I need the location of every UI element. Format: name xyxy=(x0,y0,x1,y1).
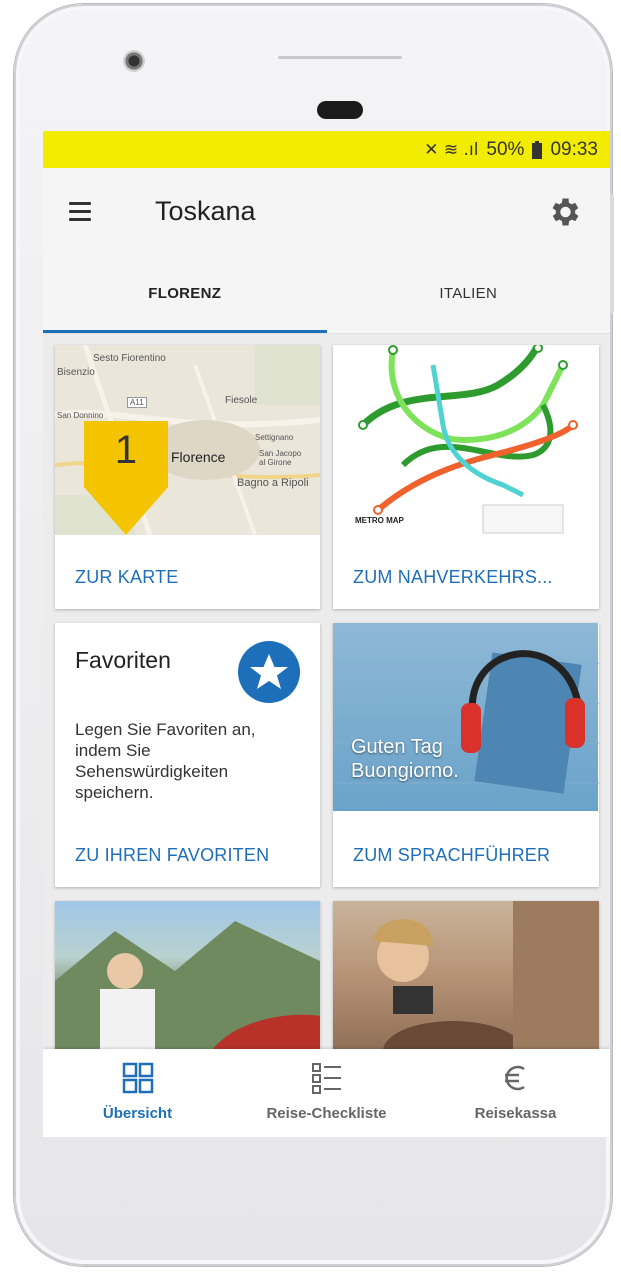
map-road-label: A11 xyxy=(127,397,147,408)
checklist-icon xyxy=(311,1063,341,1094)
metro-map-title: METRO MAP xyxy=(355,516,405,525)
battery-percent: 50% xyxy=(486,138,525,160)
map-label: San Jacopo al Girone xyxy=(259,449,302,467)
euro-icon xyxy=(504,1065,525,1091)
status-bar: ✕ ≋ .ıl 50% 09:33 xyxy=(43,131,610,168)
metro-card[interactable]: METRO MAP ZUM NAHVERKEHRS... xyxy=(333,345,599,609)
map-label: Fiesole xyxy=(225,395,258,406)
metro-map-thumbnail: METRO MAP xyxy=(333,345,598,535)
map-label: San Donnino xyxy=(57,411,104,420)
transit-link[interactable]: ZUM NAHVERKEHRS... xyxy=(353,567,553,588)
photo-card-mountains[interactable] xyxy=(55,901,320,1061)
favorites-card[interactable]: Favoriten Legen Sie Favoriten an, indem … xyxy=(55,623,320,887)
metro-map-illustration: METRO MAP xyxy=(355,345,578,534)
map-label: Bagno a Ripoli xyxy=(237,477,309,489)
page-title: Toskana xyxy=(155,196,256,226)
map-card[interactable]: Sesto Fiorentino Bisenzio San Donnino Fi… xyxy=(55,345,320,609)
greeting-line-2: Buongiorno. xyxy=(351,760,459,782)
speaker-grille xyxy=(278,56,402,59)
earpiece xyxy=(317,101,363,119)
screen: ✕ ≋ .ıl 50% 09:33 Toskana FLORENZ ITALIE… xyxy=(43,131,610,1137)
nav-reise-checkliste[interactable]: Reise-Checkliste xyxy=(232,1049,421,1137)
nav-label: Übersicht xyxy=(102,1105,173,1122)
language-guide-card[interactable]: Guten Tag Buongiorno. ZUM SPRACHFÜHRER xyxy=(333,623,599,887)
greeting-overlay: Guten Tag Buongiorno. xyxy=(351,735,459,783)
marker-badge: 1 xyxy=(84,421,168,487)
star-icon xyxy=(238,641,300,703)
tab-bar: FLORENZ ITALIEN xyxy=(43,259,610,334)
nav-label: Reisekassa xyxy=(474,1105,557,1122)
signal-icons: ✕ ≋ .ıl xyxy=(424,139,479,160)
tab-italien[interactable]: ITALIEN xyxy=(327,259,611,333)
map-thumbnail: Sesto Fiorentino Bisenzio San Donnino Fi… xyxy=(55,345,320,536)
grid-icon xyxy=(122,1062,153,1094)
tab-indicator xyxy=(43,330,327,333)
nav-label: Reise-Checkliste xyxy=(266,1105,387,1122)
photo-card-family[interactable] xyxy=(333,901,599,1061)
map-label: Sesto Fiorentino xyxy=(93,353,166,364)
favorites-title: Favoriten xyxy=(75,647,171,673)
tab-florenz[interactable]: FLORENZ xyxy=(43,259,327,333)
bottom-navigation: Übersicht Reise-Checkliste Reisekassa xyxy=(43,1049,610,1137)
clock: 09:33 xyxy=(550,138,598,160)
hamburger-menu-icon[interactable] xyxy=(69,202,91,221)
front-camera xyxy=(123,50,145,72)
gear-icon[interactable] xyxy=(546,194,582,230)
family-photo xyxy=(373,901,599,1061)
marker-arrow xyxy=(84,487,168,535)
map-city-label: Florence xyxy=(171,449,226,465)
battery-icon xyxy=(532,140,543,159)
favorites-description: Legen Sie Favoriten an, indem Sie Sehens… xyxy=(75,720,256,802)
nav-reisekassa[interactable]: Reisekassa xyxy=(421,1049,610,1137)
nav-uebersicht[interactable]: Übersicht xyxy=(43,1049,232,1137)
app-bar: Toskana xyxy=(43,168,610,259)
favorites-link[interactable]: ZU IHREN FAVORITEN xyxy=(75,845,269,866)
language-guide-link[interactable]: ZUM SPRACHFÜHRER xyxy=(353,845,550,866)
map-label: Bisenzio xyxy=(57,367,95,378)
map-link[interactable]: ZUR KARTE xyxy=(75,567,178,588)
greeting-line-1: Guten Tag xyxy=(351,736,443,758)
map-label: Settignano xyxy=(255,433,294,442)
mountain-photo xyxy=(55,921,320,1061)
